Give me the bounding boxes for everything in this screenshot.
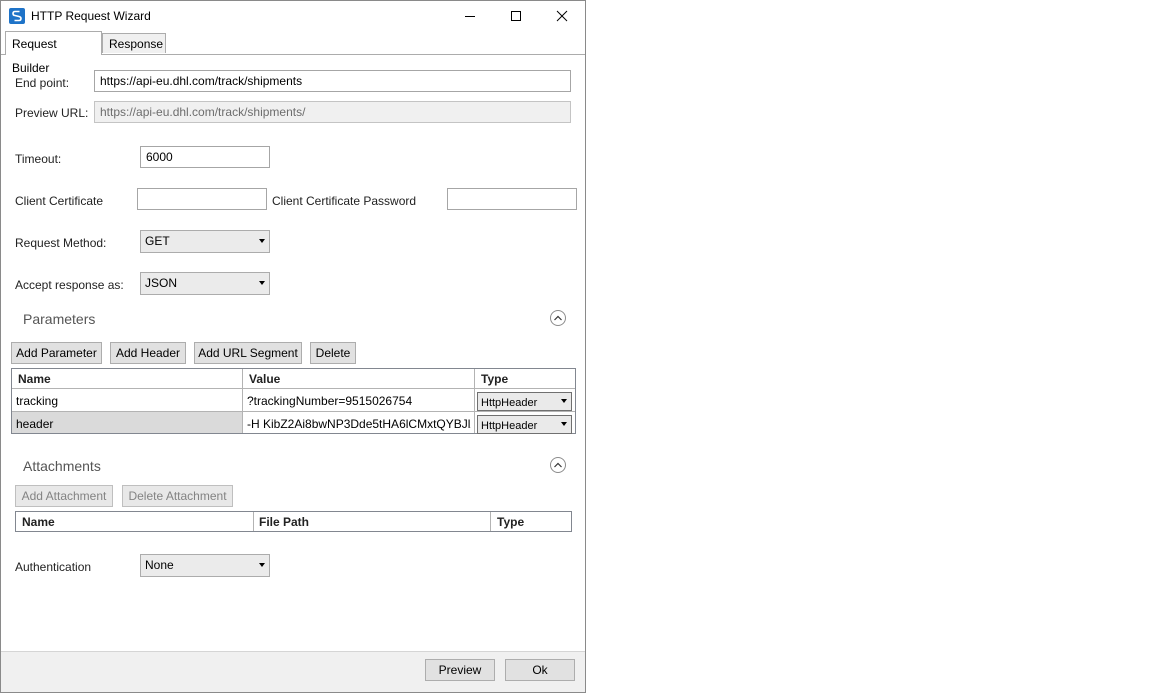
maximize-button[interactable] xyxy=(493,1,539,31)
authentication-value: None xyxy=(145,558,174,572)
close-icon xyxy=(556,10,568,22)
client-certificate-label: Client Certificate xyxy=(15,194,104,208)
tab-strip: Request Builder Response xyxy=(1,31,585,75)
add-parameter-button[interactable]: Add Parameter xyxy=(11,342,102,364)
dialog-footer: Preview Ok xyxy=(1,651,585,692)
endpoint-input[interactable]: https://api-eu.dhl.com/track/shipments xyxy=(94,70,571,92)
chevron-up-icon xyxy=(554,462,562,468)
preview-url-label: Preview URL: xyxy=(15,106,89,120)
attachments-collapse-button[interactable] xyxy=(550,457,566,473)
app-logo-icon xyxy=(9,8,25,24)
timeout-label: Timeout: xyxy=(15,152,62,166)
column-header-type[interactable]: Type xyxy=(497,515,524,529)
add-attachment-button[interactable]: Add Attachment xyxy=(15,485,113,507)
window-title: HTTP Request Wizard xyxy=(31,9,151,23)
param-type-value: HttpHeader xyxy=(481,420,538,432)
delete-attachment-button[interactable]: Delete Attachment xyxy=(122,485,233,507)
param-name-cell[interactable]: header xyxy=(16,417,238,431)
delete-parameter-button[interactable]: Delete xyxy=(310,342,356,364)
parameters-grid: Name Value Type tracking ?trackingNumber… xyxy=(11,368,576,434)
column-divider xyxy=(490,512,491,531)
attachments-grid: Name File Path Type xyxy=(15,511,572,532)
minimize-icon xyxy=(465,16,475,17)
tab-request-builder[interactable]: Request Builder xyxy=(5,31,102,75)
column-header-file-path[interactable]: File Path xyxy=(259,515,309,529)
preview-button[interactable]: Preview xyxy=(425,659,495,681)
chevron-down-icon xyxy=(561,399,567,403)
parameters-section-title: Parameters xyxy=(23,311,96,327)
timeout-input[interactable]: 6000 xyxy=(140,146,270,168)
http-request-wizard-window: HTTP Request Wizard Request Builder Resp… xyxy=(0,0,586,693)
maximize-icon xyxy=(511,11,521,21)
tab-response[interactable]: Response xyxy=(102,33,166,53)
close-button[interactable] xyxy=(539,1,585,31)
column-header-value[interactable]: Value xyxy=(249,372,280,386)
header-divider xyxy=(12,388,575,389)
request-method-value: GET xyxy=(145,234,170,248)
add-url-segment-button[interactable]: Add URL Segment xyxy=(194,342,302,364)
param-name-cell[interactable]: tracking xyxy=(16,394,238,408)
preview-url-field: https://api-eu.dhl.com/track/shipments/ xyxy=(94,101,571,123)
chevron-down-icon xyxy=(259,239,265,243)
column-header-name[interactable]: Name xyxy=(22,515,55,529)
client-certificate-password-label: Client Certificate Password xyxy=(272,194,417,208)
accept-response-select[interactable]: JSON xyxy=(140,272,270,295)
column-divider xyxy=(253,512,254,531)
chevron-down-icon xyxy=(561,422,567,426)
param-type-select[interactable]: HttpHeader xyxy=(477,415,572,434)
param-value-cell[interactable]: ?trackingNumber=9515026754 xyxy=(247,394,471,408)
column-header-name[interactable]: Name xyxy=(18,372,51,386)
client-certificate-input[interactable] xyxy=(137,188,267,210)
param-value-cell[interactable]: -H KibZ2Ai8bwNP3Dde5tHA6lCMxtQYBJlz xyxy=(247,417,471,431)
column-divider xyxy=(242,369,243,433)
column-header-type[interactable]: Type xyxy=(481,372,508,386)
param-type-value: HttpHeader xyxy=(481,397,538,409)
ok-button[interactable]: Ok xyxy=(505,659,575,681)
request-method-label: Request Method: xyxy=(15,236,107,250)
parameters-collapse-button[interactable] xyxy=(550,310,566,326)
attachments-section-title: Attachments xyxy=(23,458,101,474)
title-bar[interactable]: HTTP Request Wizard xyxy=(1,1,585,31)
column-divider xyxy=(474,369,475,433)
authentication-select[interactable]: None xyxy=(140,554,270,577)
add-header-button[interactable]: Add Header xyxy=(110,342,186,364)
request-method-select[interactable]: GET xyxy=(140,230,270,253)
chevron-down-icon xyxy=(259,563,265,567)
param-type-select[interactable]: HttpHeader xyxy=(477,392,572,411)
accept-response-label: Accept response as: xyxy=(15,278,124,292)
minimize-button[interactable] xyxy=(447,1,493,31)
chevron-down-icon xyxy=(259,281,265,285)
authentication-label: Authentication xyxy=(15,560,92,574)
chevron-up-icon xyxy=(554,315,562,321)
client-certificate-password-input[interactable] xyxy=(447,188,577,210)
accept-response-value: JSON xyxy=(145,276,178,290)
request-builder-panel: End point: https://api-eu.dhl.com/track/… xyxy=(1,54,585,651)
